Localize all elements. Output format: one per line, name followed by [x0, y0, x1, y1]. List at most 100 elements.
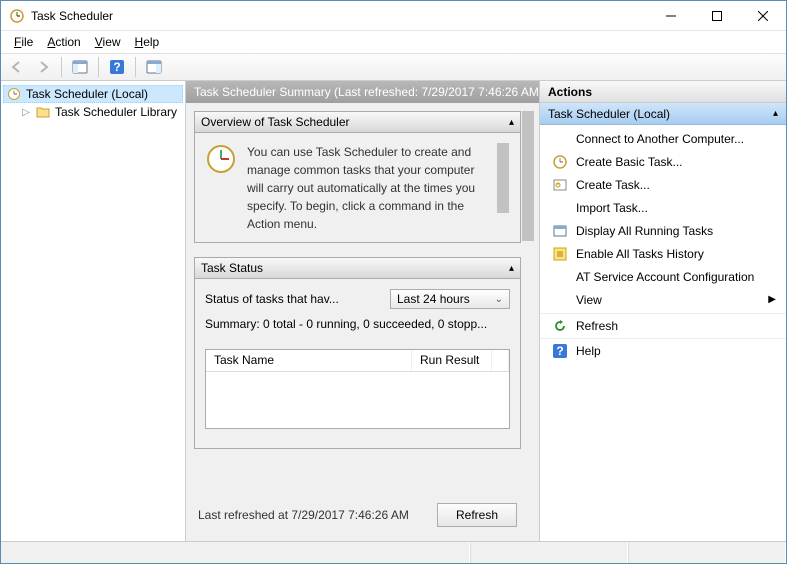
action-import-task[interactable]: Import Task...	[540, 196, 786, 219]
status-summary: Summary: 0 total - 0 running, 0 succeede…	[205, 317, 510, 331]
action-refresh[interactable]: Refresh	[540, 313, 786, 336]
scrollbar[interactable]	[521, 111, 535, 501]
action-view[interactable]: View ▶	[540, 288, 786, 311]
tree-library[interactable]: ▷ Task Scheduler Library	[19, 103, 183, 121]
actions-pane: Actions Task Scheduler (Local) ▴ Connect…	[540, 81, 786, 541]
refresh-row: Last refreshed at 7/29/2017 7:46:26 AM R…	[194, 497, 521, 533]
menu-view[interactable]: View	[88, 33, 128, 51]
window-title: Task Scheduler	[31, 9, 648, 23]
none-icon	[552, 131, 568, 147]
statusbar	[1, 541, 786, 563]
help-icon: ?	[552, 343, 568, 359]
app-icon	[9, 8, 25, 24]
action-create-basic-task[interactable]: Create Basic Task...	[540, 150, 786, 173]
period-dropdown[interactable]: Last 24 hours ⌄	[390, 289, 510, 309]
refresh-button[interactable]: Refresh	[437, 503, 517, 527]
svg-text:?: ?	[113, 60, 120, 74]
action-label: AT Service Account Configuration	[576, 270, 754, 284]
show-hide-tree-button[interactable]	[68, 56, 92, 78]
forward-button[interactable]	[31, 56, 55, 78]
menu-help[interactable]: Help	[128, 33, 167, 51]
body: Task Scheduler (Local) ▷ Task Scheduler …	[1, 81, 786, 541]
none-icon	[552, 292, 568, 308]
task-status-title: Task Status	[201, 261, 509, 275]
toolbar-separator	[98, 57, 99, 77]
menu-file[interactable]: File	[7, 33, 40, 51]
column-run-result[interactable]: Run Result	[412, 350, 492, 371]
actions-header: Actions	[540, 81, 786, 103]
action-label: Connect to Another Computer...	[576, 132, 744, 146]
overview-text: You can use Task Scheduler to create and…	[247, 143, 486, 232]
scroll-thumb[interactable]	[497, 143, 509, 213]
show-hide-action-pane-button[interactable]	[142, 56, 166, 78]
action-at-service-account-configuration[interactable]: AT Service Account Configuration	[540, 265, 786, 288]
action-connect-to-another-computer[interactable]: Connect to Another Computer...	[540, 127, 786, 150]
overview-panel: Overview of Task Scheduler ▴ You can use…	[194, 111, 521, 243]
action-label: View	[576, 293, 602, 307]
action-label: Enable All Tasks History	[576, 247, 704, 261]
scroll-thumb[interactable]	[522, 111, 534, 241]
grid-header[interactable]: Task Name Run Result	[206, 350, 509, 372]
column-task-name[interactable]: Task Name	[206, 350, 412, 371]
action-list: Connect to Another Computer... Create Bas…	[540, 125, 786, 541]
summary-body: Overview of Task Scheduler ▴ You can use…	[186, 103, 539, 541]
chevron-right-icon: ▶	[768, 294, 776, 305]
expand-icon[interactable]: ▷	[21, 107, 31, 118]
clock-icon	[205, 143, 237, 232]
action-label: Create Task...	[576, 178, 650, 192]
tree-root-label: Task Scheduler (Local)	[26, 87, 148, 101]
task-icon	[552, 177, 568, 193]
toolbar: ?	[1, 53, 786, 81]
svg-text:?: ?	[556, 344, 563, 358]
menu-action[interactable]: Action	[40, 33, 87, 51]
tree-library-label: Task Scheduler Library	[55, 105, 177, 119]
titlebar[interactable]: Task Scheduler	[1, 1, 786, 31]
summary-header: Task Scheduler Summary (Last refreshed: …	[186, 81, 539, 103]
window-icon	[552, 223, 568, 239]
none-icon	[552, 200, 568, 216]
collapse-icon[interactable]: ▴	[773, 108, 778, 119]
menubar: File Action View Help	[1, 31, 786, 53]
task-scheduler-window: Task Scheduler File Action View Help ? T…	[0, 0, 787, 564]
action-enable-all-tasks-history[interactable]: Enable All Tasks History	[540, 242, 786, 265]
task-status-panel: Task Status ▴ Status of tasks that hav..…	[194, 257, 521, 449]
collapse-icon[interactable]: ▴	[509, 117, 514, 128]
action-label: Refresh	[576, 319, 618, 333]
tree-pane[interactable]: Task Scheduler (Local) ▷ Task Scheduler …	[1, 81, 186, 541]
actions-subheader[interactable]: Task Scheduler (Local) ▴	[540, 103, 786, 125]
window-controls	[648, 1, 786, 30]
overview-scrollbar[interactable]	[496, 143, 510, 232]
history-icon	[552, 246, 568, 262]
overview-title: Overview of Task Scheduler	[201, 115, 509, 129]
action-display-all-running-tasks[interactable]: Display All Running Tasks	[540, 219, 786, 242]
help-button[interactable]: ?	[105, 56, 129, 78]
clock-icon	[552, 154, 568, 170]
last-refreshed-text: Last refreshed at 7/29/2017 7:46:26 AM	[198, 508, 425, 522]
none-icon	[552, 269, 568, 285]
tree-root[interactable]: Task Scheduler (Local)	[3, 85, 183, 103]
maximize-button[interactable]	[694, 1, 740, 30]
action-label: Create Basic Task...	[576, 155, 683, 169]
task-status-header[interactable]: Task Status ▴	[194, 257, 521, 279]
refresh-icon	[552, 318, 568, 334]
clock-icon	[6, 86, 22, 102]
column-extra[interactable]	[492, 350, 509, 371]
toolbar-separator	[135, 57, 136, 77]
chevron-down-icon: ⌄	[495, 294, 503, 305]
action-create-task[interactable]: Create Task...	[540, 173, 786, 196]
actions-subheader-title: Task Scheduler (Local)	[548, 107, 773, 121]
overview-header[interactable]: Overview of Task Scheduler ▴	[194, 111, 521, 133]
task-grid[interactable]: Task Name Run Result	[205, 349, 510, 429]
toolbar-separator	[61, 57, 62, 77]
close-button[interactable]	[740, 1, 786, 30]
status-label: Status of tasks that hav...	[205, 292, 382, 306]
folder-icon	[35, 104, 51, 120]
back-button[interactable]	[5, 56, 29, 78]
action-label: Display All Running Tasks	[576, 224, 713, 238]
minimize-button[interactable]	[648, 1, 694, 30]
action-help[interactable]: ?Help	[540, 338, 786, 361]
action-label: Import Task...	[576, 201, 648, 215]
center-pane: Task Scheduler Summary (Last refreshed: …	[186, 81, 540, 541]
collapse-icon[interactable]: ▴	[509, 263, 514, 274]
period-value: Last 24 hours	[397, 292, 470, 306]
